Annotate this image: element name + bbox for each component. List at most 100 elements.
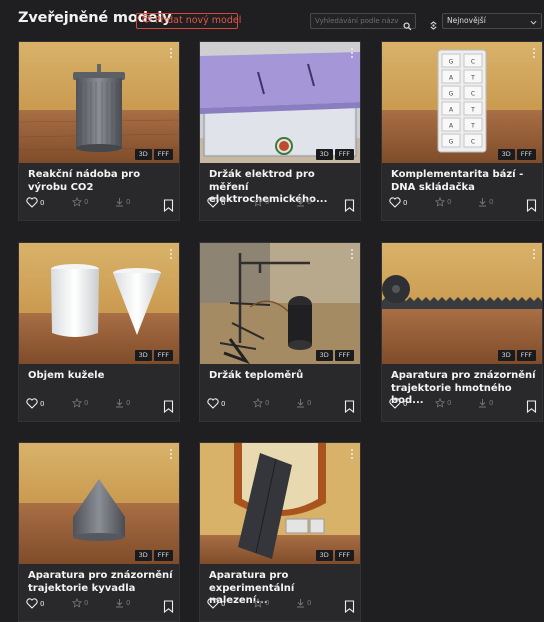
model-thumbnail[interactable]: GCATGCATATGC [382,42,542,163]
model-thumbnail[interactable] [19,243,179,364]
chevron-down-icon [530,17,537,31]
bookmark-icon[interactable] [344,197,355,216]
more-options-icon[interactable] [170,449,173,461]
favorite-count: 0 [447,399,452,407]
model-card[interactable]: 3D FFF Aparatura pro experimentální nalez… [199,442,361,622]
stats-row: 0 0 0 [389,398,537,414]
bookmark-icon[interactable] [163,197,174,216]
model-thumbnail[interactable] [19,443,179,564]
download-button[interactable]: 0 [115,598,130,608]
more-options-icon[interactable] [170,249,173,261]
bookmark-icon[interactable] [526,197,537,216]
add-model-button[interactable]: Přidat nový model [136,13,241,29]
heart-icon [26,398,38,409]
bookmark-icon[interactable] [163,398,174,417]
badge-3d: 3D [315,149,333,160]
favorite-button[interactable]: 0 [435,197,451,207]
favorite-button[interactable]: 0 [72,598,88,608]
like-button[interactable]: 0 [26,197,44,208]
model-title[interactable]: Objem kužele [28,370,174,383]
model-thumbnail[interactable] [200,42,360,163]
stats-row: 0 0 0 [26,398,174,414]
download-button[interactable]: 0 [115,197,130,207]
more-options-icon[interactable] [533,249,536,261]
stats-row: 0 0 0 [26,598,174,614]
heart-icon [26,598,38,609]
model-title[interactable]: Držák teploměrů [209,370,355,383]
bookmark-icon[interactable] [526,398,537,417]
cube-icon [142,13,151,29]
favorite-button[interactable]: 0 [435,398,451,408]
badges: 3D FFF [315,350,354,361]
model-card[interactable]: 3D FFF Aparatura pro znázornění trajektor… [381,242,543,422]
model-card[interactable]: 3D FFF Držák teploměrů 0 0 0 [199,242,361,422]
more-options-icon[interactable] [533,48,536,60]
favorite-button[interactable]: 0 [253,197,269,207]
sort-value: Nejnovější [447,16,486,25]
like-count: 0 [40,399,45,408]
download-icon [297,399,304,408]
more-options-icon[interactable] [170,48,173,60]
model-title[interactable]: Aparatura pro znázornění trajektorie kyv… [28,570,174,595]
more-options-icon[interactable] [351,48,354,60]
favorite-count: 0 [84,198,89,206]
like-button[interactable]: 0 [207,598,225,609]
more-options-icon[interactable] [351,449,354,461]
favorite-button[interactable]: 0 [253,598,269,608]
download-button[interactable]: 0 [296,598,311,608]
stats-row: 0 0 0 [207,197,355,213]
badges: 3D FFF [134,149,173,160]
like-count: 0 [403,399,408,408]
bookmark-icon[interactable] [163,598,174,617]
badge-3d: 3D [134,550,152,561]
badges: 3D FFF [134,550,173,561]
more-options-icon[interactable] [351,249,354,261]
model-card[interactable]: 3D FFF Objem kužele 0 0 0 [18,242,180,422]
download-icon [116,399,123,408]
bookmark-icon[interactable] [344,598,355,617]
model-thumbnail[interactable] [19,42,179,163]
star-icon [72,598,82,608]
download-button[interactable]: 0 [478,398,493,408]
model-thumbnail[interactable] [200,443,360,564]
like-count: 0 [403,198,408,207]
favorite-button[interactable]: 0 [72,398,88,408]
badges: 3D FFF [315,550,354,561]
like-button[interactable]: 0 [207,197,225,208]
download-count: 0 [126,198,131,206]
model-card[interactable]: GCATGCATATGC 3D FFF Komplementarita bází … [381,41,543,221]
model-card[interactable]: 3D FFF Držák elektrod pro měření elektroc… [199,41,361,221]
favorite-button[interactable]: 0 [72,197,88,207]
download-button[interactable]: 0 [115,398,130,408]
badge-3d: 3D [315,550,333,561]
star-icon [72,197,82,207]
model-card[interactable]: 3D FFF Aparatura pro znázornění trajektor… [18,442,180,622]
like-button[interactable]: 0 [389,197,407,208]
favorite-button[interactable]: 0 [253,398,269,408]
stats-row: 0 0 0 [207,598,355,614]
model-title[interactable]: Reakční nádoba pro výrobu CO2 [28,169,174,194]
badges: 3D FFF [315,149,354,160]
sort-select[interactable]: Nejnovější [442,13,542,29]
download-count: 0 [126,399,131,407]
download-button[interactable]: 0 [478,197,493,207]
model-thumbnail[interactable] [382,243,542,364]
download-count: 0 [307,399,312,407]
like-button[interactable]: 0 [26,598,44,609]
search-icon[interactable] [403,16,412,35]
bookmark-icon[interactable] [344,398,355,417]
model-title[interactable]: Komplementarita bází - DNA skládačka [391,169,537,194]
dna-tile-letter: G [449,59,454,66]
search-input[interactable] [315,15,399,27]
download-count: 0 [126,599,131,607]
dna-tile-letter: C [471,91,475,98]
like-button[interactable]: 0 [207,398,225,409]
badge-fff: FFF [516,149,536,160]
model-card[interactable]: 3D FFF Reakční nádoba pro výrobu CO2 0 0 … [18,41,180,221]
download-button[interactable]: 0 [296,197,311,207]
like-button[interactable]: 0 [26,398,44,409]
model-thumbnail[interactable] [200,243,360,364]
download-button[interactable]: 0 [296,398,311,408]
like-button[interactable]: 0 [389,398,407,409]
sort-icon [429,15,438,34]
